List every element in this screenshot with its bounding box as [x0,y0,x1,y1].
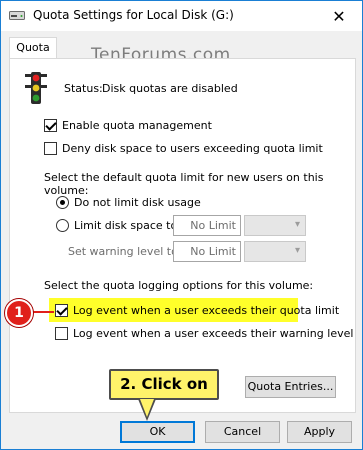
limit-to-label: Limit disk space to [74,219,178,232]
chevron-down-icon: ▾ [294,245,300,256]
deny-space-checkbox[interactable] [44,142,57,155]
limit-unit-dropdown[interactable]: ▾ [244,215,306,236]
pointer-line [32,311,54,313]
do-not-limit-option[interactable]: Do not limit disk usage [56,196,201,209]
step-2-callout: 2. Click on [109,369,219,400]
traffic-light-icon [25,72,47,104]
log-warning-level-checkbox[interactable] [55,327,68,340]
callout-tail-fill [140,399,154,417]
do-not-limit-label: Do not limit disk usage [74,196,201,209]
default-limit-heading: Select the default quota limit for new u… [44,171,324,197]
chevron-down-icon: ▾ [294,219,300,230]
close-icon: ✕ [332,6,346,26]
step-1-badge: 1 [5,299,33,327]
deny-space-label: Deny disk space to users exceeding quota… [62,142,323,155]
limit-to-radio[interactable] [56,219,69,232]
quota-settings-window: Quota Settings for Local Disk (G:) ✕ Quo… [0,0,363,450]
warning-unit-dropdown[interactable]: ▾ [244,241,306,262]
warning-level-label: Set warning level to [68,245,178,258]
tab-quota[interactable]: Quota [9,37,57,59]
cancel-button[interactable]: Cancel [205,421,280,443]
window-title: Quota Settings for Local Disk (G:) [33,8,234,22]
log-quota-limit-checkbox[interactable] [55,304,68,317]
limit-to-option[interactable]: Limit disk space to [56,219,177,232]
enable-quota-label: Enable quota management [62,119,212,132]
log-quota-limit-option[interactable]: Log event when a user exceeds their quot… [55,304,339,317]
do-not-limit-radio[interactable] [56,196,69,209]
log-warning-level-option[interactable]: Log event when a user exceeds their warn… [55,327,353,340]
drive-icon [9,11,25,20]
status-label: Status: [64,82,103,95]
limit-value-input[interactable]: No Limit [173,215,241,236]
enable-quota-checkbox[interactable] [44,119,57,132]
warning-value-input[interactable]: No Limit [173,241,241,262]
log-quota-limit-label: Log event when a user exceeds their quot… [73,304,340,317]
status-value: Disk quotas are disabled [102,82,238,95]
log-warning-level-label: Log event when a user exceeds their warn… [73,327,354,340]
ok-button[interactable]: OK [120,421,195,443]
close-button[interactable]: ✕ [316,1,362,31]
deny-space-option[interactable]: Deny disk space to users exceeding quota… [44,142,323,155]
logging-heading: Select the quota logging options for thi… [44,279,314,292]
quota-entries-button[interactable]: Quota Entries... [245,376,336,398]
apply-button[interactable]: Apply [287,421,352,443]
enable-quota-option[interactable]: Enable quota management [44,119,212,132]
title-bar[interactable]: Quota Settings for Local Disk (G:) ✕ [1,1,362,31]
